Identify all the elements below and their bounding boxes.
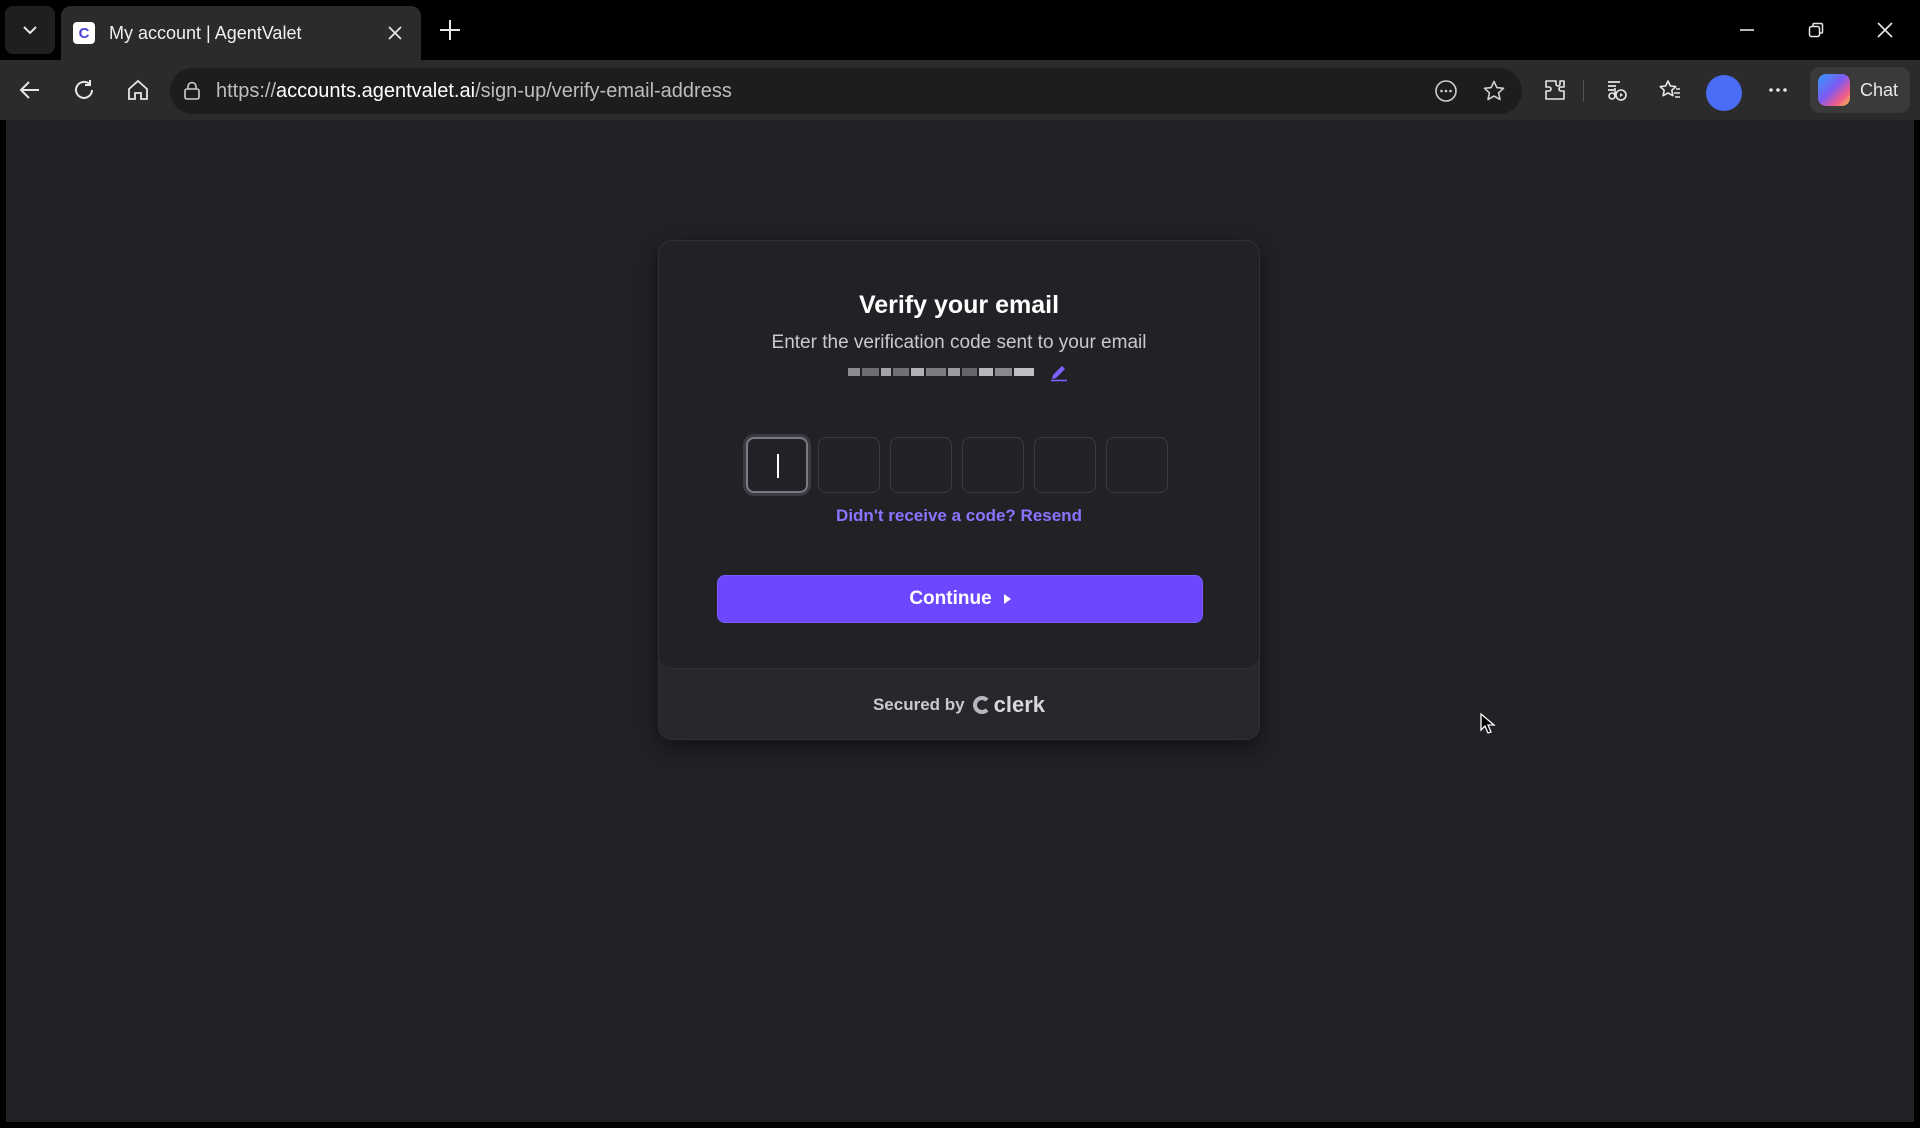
refresh-button[interactable] — [64, 70, 104, 110]
clerk-icon — [972, 696, 991, 714]
mouse-cursor-icon — [1480, 713, 1496, 734]
otp-input-group — [746, 437, 1168, 493]
new-tab-button[interactable] — [430, 12, 470, 48]
extensions-button[interactable] — [1535, 70, 1575, 110]
chat-label: Chat — [1860, 79, 1899, 100]
chevron-down-icon — [23, 26, 37, 35]
favorites-button[interactable] — [1650, 70, 1690, 110]
more-menu-button[interactable] — [1758, 70, 1798, 110]
copilot-chat-button[interactable]: Chat — [1810, 67, 1910, 113]
otp-digit-5[interactable] — [1034, 437, 1096, 493]
more-icon — [1769, 88, 1787, 92]
back-button[interactable] — [10, 70, 50, 110]
tab-title: My account | AgentValet — [109, 22, 302, 43]
redacted-email — [848, 362, 1036, 382]
minimize-icon — [1740, 29, 1754, 31]
secured-by-label: Secured by — [872, 695, 965, 714]
otp-digit-2[interactable] — [818, 437, 880, 493]
profile-avatar[interactable] — [1706, 75, 1742, 111]
browser-tab[interactable]: C My account | AgentValet — [61, 6, 421, 60]
minimize-button[interactable] — [1713, 0, 1781, 60]
back-icon — [19, 81, 39, 99]
home-button[interactable] — [118, 70, 158, 110]
email-row — [659, 361, 1259, 383]
media-icon — [1608, 81, 1627, 101]
home-icon — [128, 79, 148, 100]
otp-digit-3[interactable] — [890, 437, 952, 493]
page-title: Verify your email — [858, 291, 1060, 319]
tab-close-button[interactable] — [381, 19, 409, 47]
reader-icon — [1435, 80, 1457, 102]
star-icon — [1483, 80, 1505, 101]
favorites-icon — [1659, 80, 1680, 98]
clerk-wordmark: clerk — [993, 692, 1046, 717]
edit-email-button[interactable] — [1048, 361, 1070, 383]
tab-bar: C My account | AgentValet — [0, 0, 1920, 60]
clerk-logo[interactable]: clerk — [972, 692, 1046, 718]
secured-by-footer: Secured by clerk — [659, 669, 1259, 741]
arrow-right-icon — [1003, 594, 1011, 604]
page-viewport: Verify your email Enter the verification… — [6, 120, 1914, 1122]
close-icon — [388, 26, 402, 40]
refresh-icon — [75, 80, 93, 99]
browser-toolbar: https://accounts.agentvalet.ai/sign-up/v… — [0, 60, 1920, 120]
favicon-icon: C — [73, 22, 95, 44]
media-button[interactable] — [1596, 70, 1636, 110]
reader-mode-button[interactable] — [1426, 71, 1466, 111]
window-close-button[interactable] — [1851, 0, 1919, 60]
otp-digit-6[interactable] — [1106, 437, 1168, 493]
continue-label: Continue — [909, 588, 992, 609]
resend-code-link[interactable]: Didn't receive a code? Resend — [659, 506, 1259, 526]
favorite-button[interactable] — [1474, 71, 1514, 111]
lock-icon[interactable] — [182, 81, 202, 101]
continue-button[interactable]: Continue — [717, 575, 1203, 623]
plus-icon — [440, 20, 460, 40]
restore-icon — [1808, 22, 1824, 38]
copilot-icon — [1818, 74, 1850, 106]
verify-card-body: Verify your email Enter the verification… — [659, 241, 1259, 669]
pencil-icon — [1051, 366, 1067, 382]
otp-digit-4[interactable] — [962, 437, 1024, 493]
otp-digit-1[interactable] — [746, 437, 808, 493]
url-text: https://accounts.agentvalet.ai/sign-up/v… — [216, 79, 732, 102]
window-close-icon — [1877, 22, 1893, 38]
restore-button[interactable] — [1782, 0, 1850, 60]
verify-subtitle: Enter the verification code sent to your… — [771, 332, 1147, 353]
toolbar-separator — [1583, 80, 1584, 102]
verify-card: Verify your email Enter the verification… — [658, 240, 1260, 740]
extensions-icon — [1545, 80, 1565, 100]
tab-list-button[interactable] — [5, 6, 55, 54]
address-bar[interactable]: https://accounts.agentvalet.ai/sign-up/v… — [170, 68, 1522, 114]
